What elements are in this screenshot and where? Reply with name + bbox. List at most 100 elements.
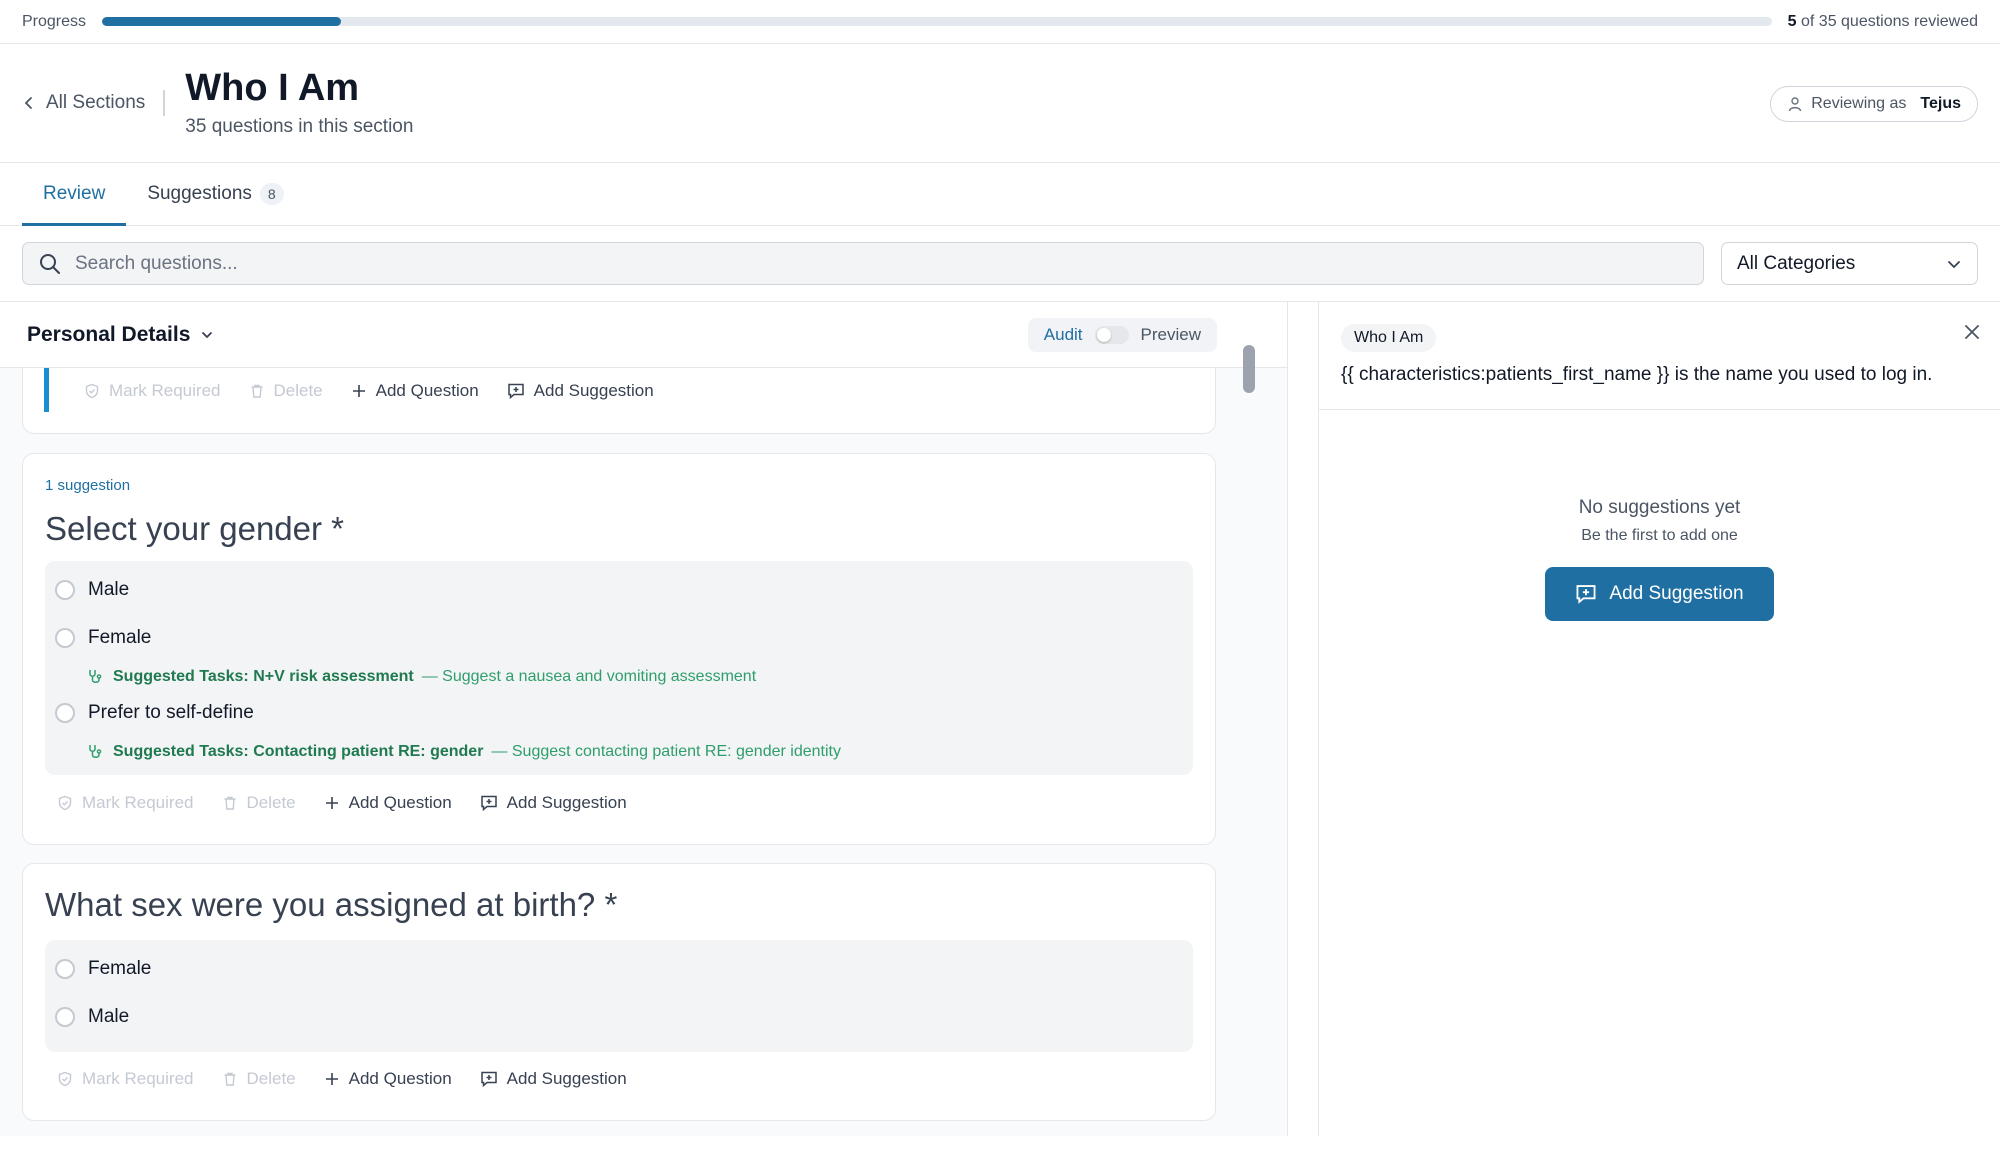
progress-count: 5 (1787, 12, 1797, 30)
add-question-button[interactable]: Add Question (324, 1069, 452, 1089)
task-detail: — Suggest contacting patient RE: gender … (491, 743, 841, 760)
suggestion-count-label[interactable]: 1 suggestion (45, 477, 130, 494)
option-item[interactable]: Female (55, 958, 151, 980)
option-label: Male (88, 1006, 130, 1027)
task-label: Suggested Tasks: N+V risk assessment (113, 668, 414, 685)
message-plus-icon (507, 383, 524, 400)
all-sections-link[interactable]: All Sections (22, 90, 166, 116)
delete-button[interactable]: Delete (222, 1069, 296, 1089)
option-item[interactable]: Male (55, 1006, 129, 1028)
page-subtitle: 35 questions in this section (185, 115, 414, 137)
mark-required-button[interactable]: Mark Required (84, 381, 221, 401)
options-list: Male Female Suggested Tasks: N+V risk as… (45, 561, 1193, 775)
shield-check-icon (58, 795, 72, 811)
shield-check-icon (85, 383, 99, 399)
delete-label: Delete (246, 1069, 296, 1088)
delete-button[interactable]: Delete (249, 381, 323, 401)
empty-state: No suggestions yet Be the first to add o… (1319, 497, 2000, 621)
add-suggestion-button[interactable]: Add Suggestion (507, 381, 654, 401)
trash-icon (224, 796, 235, 810)
search-box (22, 242, 1704, 285)
tab-review[interactable]: Review (22, 163, 127, 226)
progress-track (102, 17, 1772, 26)
delete-button[interactable]: Delete (222, 793, 296, 813)
search-icon (39, 253, 61, 275)
tab-suggestions-label: Suggestions (147, 183, 252, 204)
progress-fill (102, 17, 341, 26)
reviewing-label: Reviewing as (1811, 95, 1907, 112)
page-header: All Sections Who I Am 35 questions in th… (0, 44, 2000, 163)
progress-bar-row: Progress 5 of 35 questions reviewed (0, 0, 2000, 44)
suggested-task: Suggested Tasks: Contacting patient RE: … (87, 743, 841, 761)
search-input[interactable] (75, 252, 1687, 275)
mode-switch[interactable] (1094, 325, 1129, 344)
message-plus-icon (480, 1071, 497, 1088)
user-icon (1787, 96, 1803, 112)
mark-required-button[interactable]: Mark Required (57, 793, 194, 813)
category-select-value: All Categories (1737, 252, 1856, 274)
option-label: Female (88, 958, 152, 979)
radio-button[interactable] (55, 959, 75, 979)
add-suggestion-label: Add Suggestion (506, 793, 627, 812)
radio-button[interactable] (55, 580, 75, 600)
section-dropdown[interactable]: Personal Details (27, 323, 214, 347)
question-card: What sex were you assigned at birth? * F… (22, 863, 1216, 1121)
add-question-button[interactable]: Add Question (351, 381, 479, 401)
add-suggestion-button[interactable]: Add Suggestion (480, 1069, 627, 1089)
radio-button[interactable] (55, 703, 75, 723)
add-suggestion-label: Add Suggestion (533, 381, 654, 400)
task-label: Suggested Tasks: Contacting patient RE: … (113, 743, 484, 760)
radio-button[interactable] (55, 628, 75, 648)
message-plus-icon (1576, 585, 1596, 604)
add-question-label: Add Question (348, 1069, 452, 1088)
option-label: Male (88, 579, 130, 600)
add-suggestion-label: Add Suggestion (506, 1069, 627, 1088)
close-icon[interactable] (1964, 324, 1980, 340)
suggested-task: Suggested Tasks: N+V risk assessment — S… (87, 668, 756, 686)
question-title: What sex were you assigned at birth? * (45, 886, 618, 923)
option-label: Prefer to self-define (88, 702, 254, 723)
panel-question-text: {{ characteristics:patients_first_name }… (1341, 364, 1933, 385)
option-item[interactable]: Male (55, 579, 129, 601)
progress-status-text: of 35 questions reviewed (1801, 12, 1978, 30)
add-question-label: Add Question (375, 381, 479, 400)
scrollbar-thumb[interactable] (1243, 345, 1255, 393)
plus-icon (352, 385, 365, 397)
progress-label: Progress (22, 12, 87, 30)
category-select[interactable]: All Categories (1721, 242, 1978, 285)
add-suggestion-button[interactable]: Add Suggestion (480, 793, 627, 813)
radio-button[interactable] (55, 1007, 75, 1027)
question-actions: Mark Required Delete Add Question Add Su… (57, 793, 627, 813)
mark-required-label: Mark Required (109, 381, 221, 400)
chevron-down-icon (1946, 256, 1962, 272)
task-detail: — Suggest a nausea and vomiting assessme… (421, 668, 757, 685)
mark-required-button[interactable]: Mark Required (57, 1069, 194, 1089)
tab-review-label: Review (43, 183, 106, 204)
option-label: Female (88, 627, 152, 648)
options-list: Female Male (45, 940, 1193, 1052)
section-title: Personal Details (27, 322, 191, 346)
message-plus-icon (480, 795, 497, 812)
audit-preview-toggle: Audit Preview (1027, 317, 1217, 352)
option-item[interactable]: Female (55, 627, 151, 649)
stethoscope-icon (89, 670, 102, 683)
question-card: Mark Required Delete Add Question Add Su… (22, 368, 1216, 434)
suggestions-count-badge: 8 (259, 183, 284, 205)
question-actions: Mark Required Delete Add Question Add Su… (84, 381, 654, 401)
preview-label: Preview (1140, 324, 1201, 344)
add-suggestion-primary-button[interactable]: Add Suggestion (1545, 567, 1774, 621)
add-question-label: Add Question (348, 793, 452, 812)
reviewing-as-badge: Reviewing as Tejus (1770, 86, 1978, 122)
shield-check-icon (58, 1071, 72, 1087)
tab-suggestions[interactable]: Suggestions 8 (126, 163, 304, 225)
option-item[interactable]: Prefer to self-define (55, 702, 254, 724)
section-pill: Who I Am (1341, 324, 1437, 352)
plus-icon (325, 797, 338, 809)
page-title: Who I Am (185, 67, 360, 110)
empty-title: No suggestions yet (1578, 497, 1741, 518)
mark-required-label: Mark Required (82, 1069, 194, 1088)
chevron-left-icon (22, 96, 36, 110)
stethoscope-icon (89, 745, 102, 758)
add-question-button[interactable]: Add Question (324, 793, 452, 813)
add-suggestion-primary-label: Add Suggestion (1609, 583, 1744, 604)
